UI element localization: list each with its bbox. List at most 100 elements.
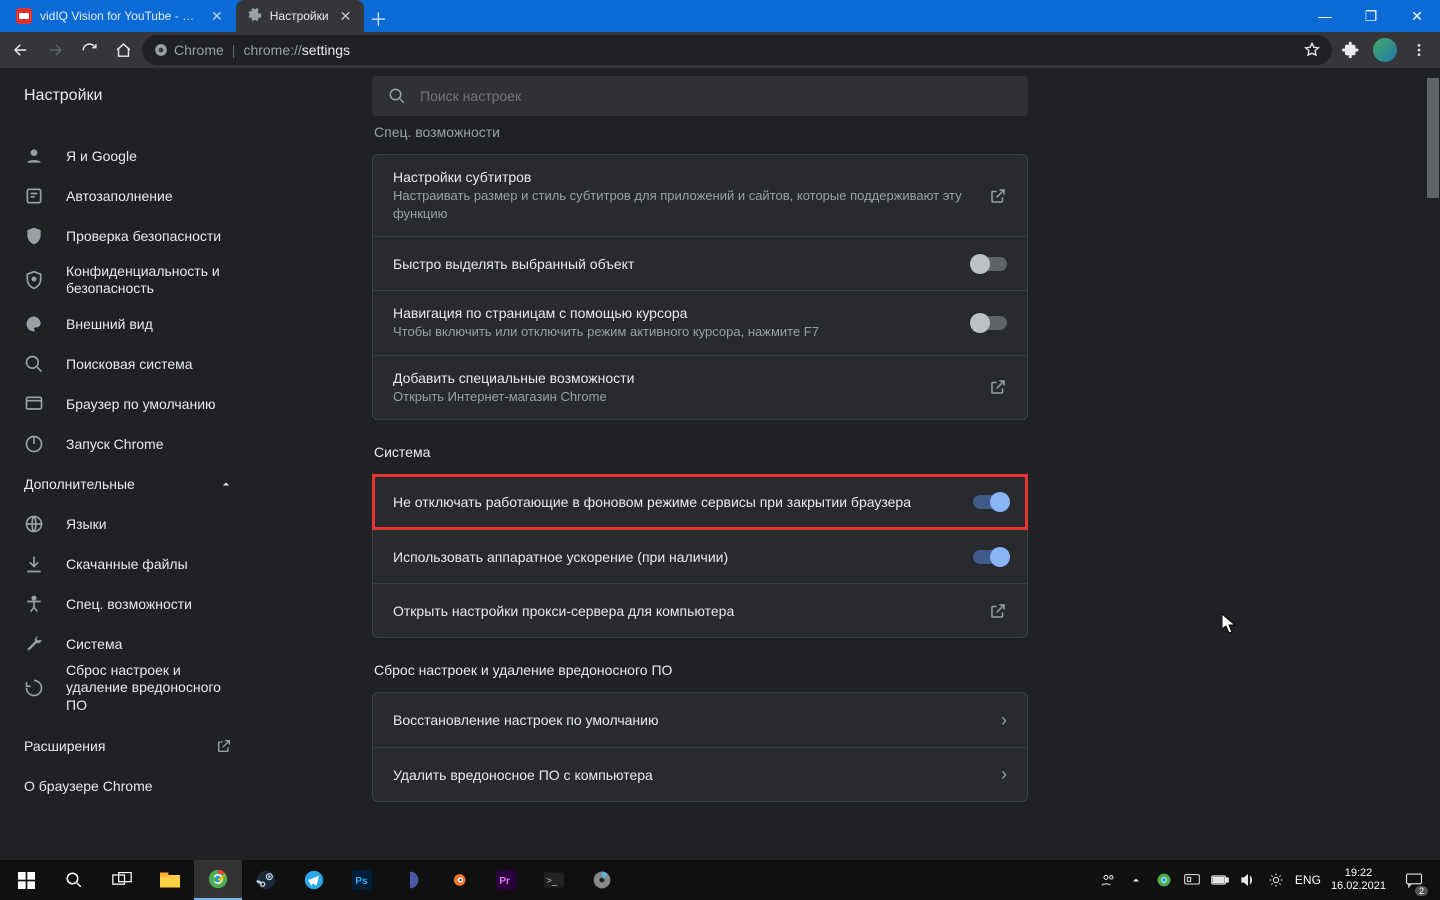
- taskbar-app-steam[interactable]: [242, 860, 290, 900]
- nav-home-button[interactable]: [108, 35, 138, 65]
- system-row[interactable]: Открыть настройки прокси-сервера для ком…: [373, 583, 1027, 637]
- sidebar-item-reset[interactable]: Сброс настроек и удаление вредоносного П…: [0, 664, 256, 712]
- sidebar-item-privacy[interactable]: Конфиденциальность и безопасность: [0, 256, 256, 304]
- task-view-button[interactable]: [98, 860, 146, 900]
- settings-sidebar: Я и Google Автозаполнение Проверка безоп…: [0, 68, 256, 860]
- bookmark-star-icon[interactable]: [1304, 42, 1320, 58]
- row-title: Быстро выделять выбранный объект: [393, 256, 957, 272]
- taskbar-app-chrome[interactable]: [194, 860, 242, 900]
- browser-tab-vidiq[interactable]: vidIQ Vision for YouTube - Инте ✕: [6, 0, 236, 32]
- address-bar[interactable]: Chrome | chrome://settings: [142, 35, 1332, 65]
- sidebar-item-downloads[interactable]: Скачанные файлы: [0, 544, 256, 584]
- nav-back-button[interactable]: [6, 35, 36, 65]
- accessibility-row[interactable]: Быстро выделять выбранный объект: [373, 236, 1027, 290]
- autofill-icon: [24, 186, 44, 206]
- toggle-switch[interactable]: [973, 495, 1007, 509]
- settings-search[interactable]: [372, 76, 1028, 116]
- sidebar-item-system[interactable]: Система: [0, 624, 256, 664]
- reset-row[interactable]: Восстановление настроек по умолчанию›: [373, 693, 1027, 747]
- tray-brightness-icon[interactable]: [1267, 871, 1285, 889]
- sidebar-item-default-browser[interactable]: Браузер по умолчанию: [0, 384, 256, 424]
- toggle-switch[interactable]: [973, 316, 1007, 330]
- sidebar-item-extensions[interactable]: Расширения: [0, 726, 256, 766]
- tab-close-button[interactable]: ✕: [337, 8, 355, 25]
- sidebar-item-autofill[interactable]: Автозаполнение: [0, 176, 256, 216]
- window-close-button[interactable]: ✕: [1394, 0, 1440, 32]
- toggle-switch[interactable]: [973, 257, 1007, 271]
- accessibility-icon: [24, 594, 44, 614]
- tray-people-icon[interactable]: [1099, 871, 1117, 889]
- row-title: Восстановление настроек по умолчанию: [393, 712, 985, 728]
- card-reset: Восстановление настроек по умолчанию›Уда…: [372, 692, 1028, 802]
- toggle-switch[interactable]: [973, 550, 1007, 564]
- external-link-icon: [989, 602, 1007, 620]
- tray-language-label[interactable]: ENG: [1295, 873, 1321, 887]
- sidebar-item-label: О браузере Chrome: [24, 778, 153, 794]
- tab-close-button[interactable]: ✕: [208, 8, 226, 25]
- page-title: Настройки: [24, 87, 372, 105]
- palette-icon: [24, 314, 44, 334]
- sidebar-item-you-and-google[interactable]: Я и Google: [0, 136, 256, 176]
- sidebar-item-accessibility[interactable]: Спец. возможности: [0, 584, 256, 624]
- restore-icon: [24, 678, 44, 698]
- taskbar-app-disc[interactable]: [578, 860, 626, 900]
- browser-tab-settings[interactable]: Настройки ✕: [236, 0, 365, 32]
- accessibility-row[interactable]: Навигация по страницам с помощью курсора…: [373, 290, 1027, 355]
- tray-clock[interactable]: 19:22 16.02.2021: [1331, 867, 1386, 892]
- taskbar-app-telegram[interactable]: [290, 860, 338, 900]
- taskbar-app-terminal[interactable]: >_: [530, 860, 578, 900]
- reset-row[interactable]: Удалить вредоносное ПО с компьютера›: [373, 747, 1027, 801]
- taskbar-app-explorer[interactable]: [146, 860, 194, 900]
- sidebar-item-safety-check[interactable]: Проверка безопасности: [0, 216, 256, 256]
- settings-search-input[interactable]: [420, 88, 1012, 104]
- sidebar-item-appearance[interactable]: Внешний вид: [0, 304, 256, 344]
- new-tab-button[interactable]: ＋: [364, 6, 392, 32]
- sidebar-item-label: Внешний вид: [66, 316, 153, 332]
- sidebar-item-languages[interactable]: Языки: [0, 504, 256, 544]
- sidebar-item-label: Проверка безопасности: [66, 228, 221, 244]
- sidebar-item-about[interactable]: О браузере Chrome: [0, 766, 256, 806]
- windows-taskbar: Ps Pr >_ ENG: [0, 860, 1440, 900]
- tray-battery-icon[interactable]: [1211, 871, 1229, 889]
- tray-volume-icon[interactable]: [1239, 871, 1257, 889]
- svg-text:Pr: Pr: [499, 876, 510, 887]
- system-row[interactable]: Использовать аппаратное ускорение (при н…: [373, 529, 1027, 583]
- start-button[interactable]: [2, 860, 50, 900]
- sidebar-item-label: Я и Google: [66, 148, 137, 164]
- external-link-icon: [989, 187, 1007, 205]
- site-chip[interactable]: Chrome: [154, 42, 224, 58]
- action-center-button[interactable]: 2: [1396, 860, 1432, 900]
- taskbar-app-photoshop[interactable]: Ps: [338, 860, 386, 900]
- external-link-icon: [989, 378, 1007, 396]
- external-link-icon: [216, 738, 232, 754]
- accessibility-row[interactable]: Добавить специальные возможностиОткрыть …: [373, 355, 1027, 420]
- sidebar-item-label: Поисковая система: [66, 356, 193, 372]
- accessibility-row[interactable]: Настройки субтитровНастраивать размер и …: [373, 155, 1027, 236]
- globe-icon: [24, 514, 44, 534]
- taskbar-search-button[interactable]: [50, 860, 98, 900]
- tray-input-icon[interactable]: [1183, 871, 1201, 889]
- window-minimize-button[interactable]: —: [1302, 0, 1348, 32]
- sidebar-advanced-toggle[interactable]: Дополнительные: [0, 464, 256, 504]
- tray-chrome-icon[interactable]: [1155, 871, 1173, 889]
- nav-forward-button[interactable]: [40, 35, 70, 65]
- svg-text:Ps: Ps: [355, 876, 368, 887]
- browser-icon: [24, 394, 44, 414]
- system-row[interactable]: Не отключать работающие в фоновом режиме…: [373, 475, 1027, 529]
- tray-chevron-up-icon[interactable]: [1127, 871, 1145, 889]
- nav-reload-button[interactable]: [74, 35, 104, 65]
- profile-avatar[interactable]: [1370, 35, 1400, 65]
- window-maximize-button[interactable]: ❐: [1348, 0, 1394, 32]
- extensions-button[interactable]: [1336, 35, 1366, 65]
- taskbar-app-cinema4d[interactable]: [386, 860, 434, 900]
- tray-time: 19:22: [1331, 867, 1386, 880]
- sidebar-item-search-engine[interactable]: Поисковая система: [0, 344, 256, 384]
- sidebar-item-on-startup[interactable]: Запуск Chrome: [0, 424, 256, 464]
- browser-menu-button[interactable]: [1404, 35, 1434, 65]
- taskbar-app-blender[interactable]: [434, 860, 482, 900]
- browser-toolbar: Chrome | chrome://settings: [0, 32, 1440, 68]
- wrench-icon: [24, 634, 44, 654]
- sidebar-item-label: Браузер по умолчанию: [66, 396, 216, 412]
- taskbar-app-premiere[interactable]: Pr: [482, 860, 530, 900]
- row-title: Добавить специальные возможности: [393, 370, 973, 386]
